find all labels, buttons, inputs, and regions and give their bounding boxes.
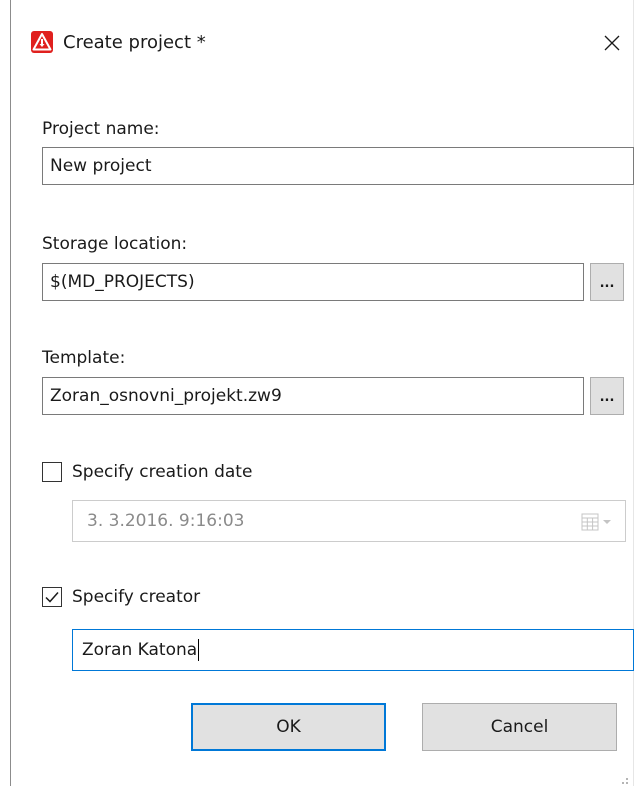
template-browse-button[interactable]: ... xyxy=(590,377,624,415)
ok-button[interactable]: OK xyxy=(191,703,386,751)
window-title: Create project * xyxy=(63,32,206,53)
creator-checkbox[interactable] xyxy=(42,587,62,607)
checkmark-icon xyxy=(45,592,59,603)
project-name-input[interactable]: New project xyxy=(42,147,634,185)
close-button[interactable] xyxy=(597,28,627,58)
creator-checkbox-label[interactable]: Specify creator xyxy=(72,586,200,608)
storage-location-browse-button[interactable]: ... xyxy=(590,263,624,301)
creation-date-checkbox-label[interactable]: Specify creation date xyxy=(72,461,252,483)
creator-value: Zoran Katona xyxy=(82,640,198,660)
template-input[interactable]: Zoran_osnovni_projekt.zw9 xyxy=(42,377,584,415)
text-caret xyxy=(198,639,200,661)
storage-location-label: Storage location: xyxy=(42,234,188,254)
template-label: Template: xyxy=(42,348,126,368)
close-icon xyxy=(604,35,620,51)
creation-date-checkbox[interactable] xyxy=(42,462,62,482)
storage-location-input[interactable]: $(MD_PROJECTS) xyxy=(42,263,584,301)
calendar-dropdown-icon xyxy=(581,513,617,531)
create-project-dialog: Create project * Project name: New proje… xyxy=(10,0,634,786)
creator-input[interactable]: Zoran Katona xyxy=(72,629,634,671)
warning-triangle-icon xyxy=(31,31,53,53)
resize-grip-icon[interactable] xyxy=(617,770,629,784)
title-bar[interactable]: Create project * xyxy=(11,0,633,88)
project-name-label: Project name: xyxy=(42,119,160,139)
cancel-button[interactable]: Cancel xyxy=(422,703,617,751)
creation-date-value: 3. 3.2016. 9:16:03 xyxy=(87,511,245,531)
creation-date-picker: 3. 3.2016. 9:16:03 xyxy=(72,500,626,542)
